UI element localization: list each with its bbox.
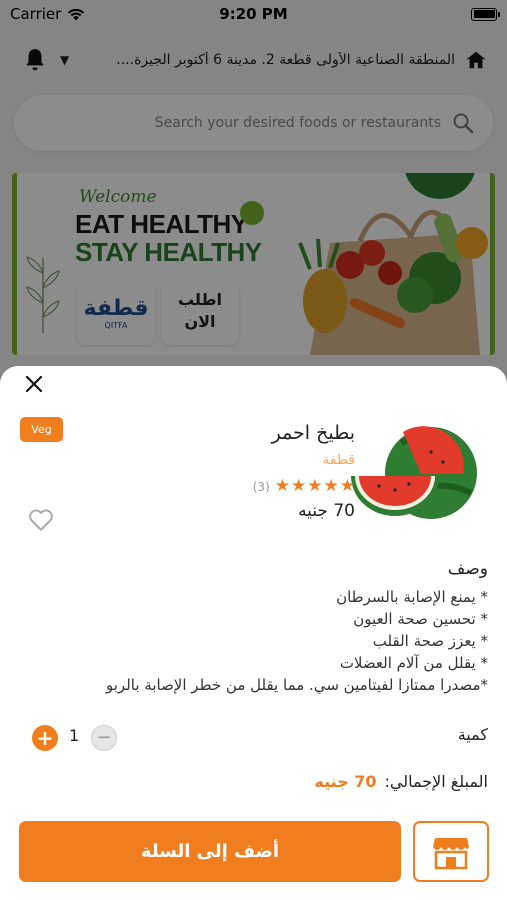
- star-icon: ★: [339, 476, 355, 496]
- quantity-label: كمية: [457, 725, 488, 744]
- heart-icon[interactable]: [28, 508, 54, 532]
- star-icon: ★: [323, 476, 339, 496]
- total-value: 70 جنيه: [314, 772, 377, 791]
- description-item: * يعزز صحة القلب: [372, 632, 488, 650]
- close-icon[interactable]: [22, 372, 46, 396]
- product-name: بطيخ احمر: [271, 422, 355, 444]
- total-row: المبلغ الإجمالي: 70 جنيه: [314, 772, 488, 791]
- quantity-value: 1: [69, 726, 80, 745]
- add-to-cart-button[interactable]: أضف إلى السلة: [19, 821, 401, 882]
- description-item: * تحسين صحة العيون: [353, 610, 488, 628]
- minus-icon[interactable]: −: [91, 725, 117, 751]
- rating: (3) ★ ★ ★ ★ ★: [253, 478, 355, 495]
- plus-icon[interactable]: +: [32, 725, 58, 751]
- description-item: * يقلل من آلام العضلات: [339, 654, 488, 672]
- star-icon: ★: [274, 476, 290, 496]
- description-item: *مصدرا ممتازا لفيتامين سي. مما يقلل من خ…: [106, 676, 488, 694]
- product-sheet: Veg بطيخ احمر قطفة (3) ★ ★ ★ ★ ★ 70 جنيه…: [0, 366, 507, 900]
- store-name[interactable]: قطفة: [322, 452, 355, 468]
- veg-badge: Veg: [20, 417, 63, 442]
- total-label: المبلغ الإجمالي:: [384, 772, 488, 791]
- storefront-icon: [433, 837, 469, 869]
- product-image: [351, 426, 477, 519]
- star-icon: ★: [307, 476, 323, 496]
- product-price: 70 جنيه: [298, 501, 355, 521]
- rating-count: (3): [252, 479, 270, 494]
- store-button[interactable]: [413, 821, 489, 882]
- description-item: * يمنع الإصابة بالسرطان: [336, 588, 488, 606]
- star-icon: ★: [291, 476, 307, 496]
- description-title: وصف: [447, 559, 488, 579]
- description-list: * يمنع الإصابة بالسرطان * تحسين صحة العي…: [18, 586, 488, 696]
